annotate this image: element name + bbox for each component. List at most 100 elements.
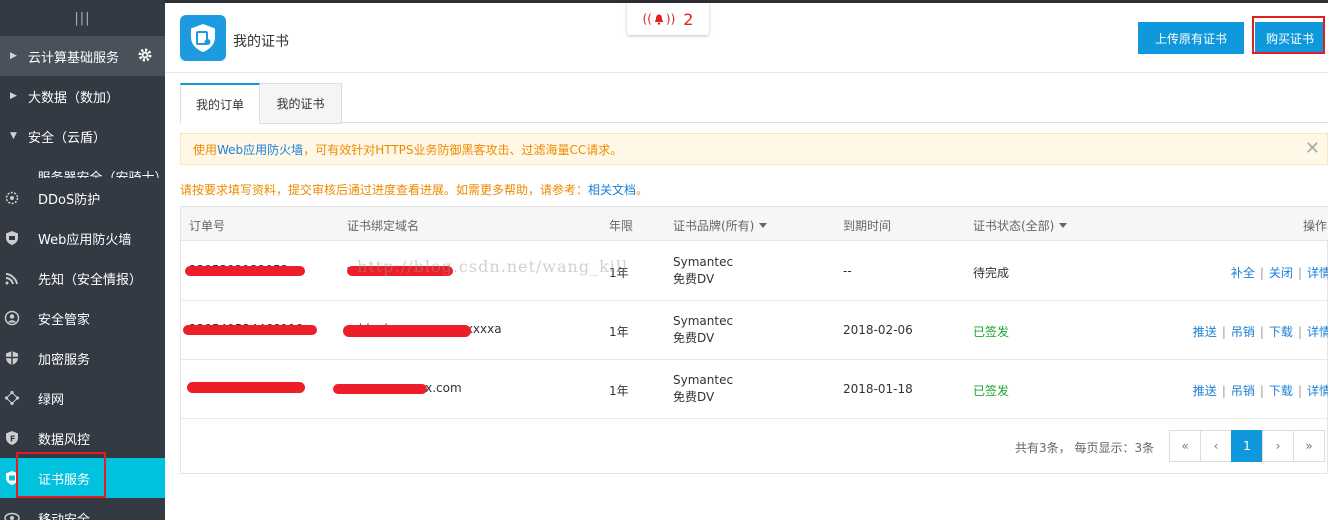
brand-name: Symantec <box>673 314 734 328</box>
row-actions: 补全 | 关闭 | 详情 <box>1231 264 1328 281</box>
push-link[interactable]: 推送 <box>1193 325 1217 339</box>
col-status-label: 证书状态(全部) <box>973 219 1055 233</box>
caret-down-icon <box>1059 223 1068 228</box>
first-page-button[interactable]: « <box>1169 430 1201 462</box>
sidebar-item-label: DDoS防护 <box>38 192 101 208</box>
status-badge: 已签发 <box>973 384 1010 398</box>
table-header: 订单号 证书绑定域名 年限 证书品牌(所有) 到期时间 证书状态(全部) 操作 <box>181 207 1328 241</box>
sidebar-item-waf[interactable]: Web应用防火墙 <box>0 218 165 258</box>
docs-link[interactable]: 相关文档 <box>588 183 636 197</box>
sidebar-item-label: 安全管家 <box>38 312 91 328</box>
brand-cell: Symantec 免费DV <box>673 372 733 406</box>
download-link[interactable]: 下载 <box>1269 384 1293 398</box>
term-cell: 1年 <box>609 325 629 339</box>
download-link[interactable]: 下载 <box>1269 325 1293 339</box>
sidebar-section-label: 云计算基础服务 <box>28 50 120 66</box>
greennet-icon <box>4 390 34 406</box>
tab-my-orders[interactable]: 我的订单 <box>180 83 260 124</box>
revoke-link[interactable]: 吊销 <box>1231 384 1255 398</box>
details-link[interactable]: 详情 <box>1307 325 1328 339</box>
details-link[interactable]: 详情 <box>1307 384 1328 398</box>
col-domain: 证书绑定域名 <box>347 219 420 233</box>
sidebar-section-security[interactable]: ▼ 安全（云盾） <box>0 116 165 156</box>
expiry-cell: 2018-02-06 <box>843 323 913 337</box>
sidebar-item-label: 服务器安全（安骑士） <box>37 167 165 178</box>
redaction-mark <box>185 266 305 276</box>
help-end: 。 <box>636 183 649 197</box>
svg-text:F: F <box>10 435 15 444</box>
sidebar-item-greennet[interactable]: 绿网 <box>0 378 165 418</box>
help-message: 请按要求填写资料，提交审核后通过进度查看进展。如需更多帮助，请参考： <box>180 183 589 197</box>
alert-prefix: 使用 <box>193 142 218 157</box>
col-brand-filter[interactable]: 证书品牌(所有) <box>673 217 768 234</box>
brand-name: Symantec <box>673 373 734 387</box>
caret-down-icon <box>759 223 768 228</box>
redaction-mark <box>183 325 317 335</box>
col-term: 年限 <box>609 219 634 233</box>
page-title: 我的证书 <box>233 34 289 50</box>
last-page-button[interactable]: » <box>1293 430 1325 462</box>
sidebar-section-bigdata[interactable]: ▶ 大数据（数加） <box>0 76 165 116</box>
details-link[interactable]: 详情 <box>1307 266 1328 280</box>
caret-right-icon: ▶ <box>10 91 17 101</box>
steward-icon <box>4 310 34 326</box>
col-status-filter[interactable]: 证书状态(全部) <box>973 217 1068 234</box>
expiry-cell: -- <box>843 264 852 278</box>
waf-link[interactable]: Web应用防火墙 <box>217 141 303 158</box>
brand-cell: Symantec 免费DV <box>673 254 733 288</box>
bell-icon: (()) <box>642 12 676 26</box>
sidebar-item-ddos[interactable]: DDoS防护 <box>0 178 165 218</box>
sidebar-item-label: 加密服务 <box>38 352 91 368</box>
sidebar-section-label: 安全（云盾） <box>28 130 107 146</box>
tab-bar: 我的订单 我的证书 <box>180 83 1328 124</box>
sidebar-item-mobile-security[interactable]: 移动安全 <box>0 498 165 520</box>
main-content: 我的证书 (()) 2 上传原有证书 购买证书 我的订单 我的证书 使用 Web应… <box>165 3 1328 520</box>
expiry-cell: 2018-01-18 <box>843 382 913 396</box>
notification-badge[interactable]: (()) 2 <box>627 3 709 35</box>
table-row: 230549534468119 midealxxxxxxxxxxxxxxxa 1… <box>181 301 1328 360</box>
sidebar-item-intel[interactable]: 先知（安全情报） <box>0 258 165 298</box>
push-link[interactable]: 推送 <box>1193 384 1217 398</box>
tab-my-certificates[interactable]: 我的证书 <box>260 83 342 124</box>
certificate-logo-icon <box>180 15 226 61</box>
waf-icon <box>4 230 34 246</box>
redaction-mark <box>187 382 305 393</box>
sidebar-section-cloud-basic[interactable]: ▶ 云计算基础服务 <box>0 36 165 76</box>
sidebar-toggle[interactable]: ||| <box>0 0 165 36</box>
upload-certificate-button[interactable]: 上传原有证书 <box>1138 22 1244 54</box>
prev-page-button[interactable]: ‹ <box>1200 430 1232 462</box>
redaction-mark <box>333 384 427 394</box>
pagination: « ‹ 1 › » <box>1169 430 1325 462</box>
caret-right-icon: ▶ <box>10 51 17 61</box>
sidebar-item-label: 绿网 <box>38 392 65 408</box>
redaction-mark <box>347 266 453 276</box>
brand-name: Symantec <box>673 255 734 269</box>
brand-type: 免费DV <box>673 272 715 286</box>
status-badge: 已签发 <box>973 325 1010 339</box>
sidebar-item-steward[interactable]: 安全管家 <box>0 298 165 338</box>
close-order-link[interactable]: 关闭 <box>1269 266 1293 280</box>
help-text: 请按要求填写资料，提交审核后通过进度查看进展。如需更多帮助，请参考：相关文档。 <box>180 181 648 198</box>
next-page-button[interactable]: › <box>1262 430 1294 462</box>
server-security-icon <box>4 162 33 178</box>
col-order-no: 订单号 <box>189 219 226 233</box>
page-1-button[interactable]: 1 <box>1231 430 1263 462</box>
page-header: 我的证书 (()) 2 上传原有证书 购买证书 <box>165 3 1328 73</box>
term-cell: 1年 <box>609 266 629 280</box>
row-actions: 推送 | 吊销 | 下载 | 详情 <box>1193 323 1328 340</box>
encrypt-icon <box>4 350 34 366</box>
sidebar-item-label: 移动安全 <box>38 512 91 520</box>
gear-icon[interactable] <box>137 47 153 63</box>
term-cell: 1年 <box>609 384 629 398</box>
table-row: 2304934346986 xxxxxxxxxxxx.com 1年 Symant… <box>181 360 1328 419</box>
sidebar-item-encrypt[interactable]: 加密服务 <box>0 338 165 378</box>
sidebar-item-label: 先知（安全情报） <box>38 272 143 288</box>
close-icon[interactable]: ✕ <box>1305 138 1320 159</box>
brand-type: 免费DV <box>673 331 715 345</box>
complete-link[interactable]: 补全 <box>1231 266 1255 280</box>
revoke-link[interactable]: 吊销 <box>1231 325 1255 339</box>
sidebar-item-label: 数据风控 <box>38 432 91 448</box>
sidebar-item-server-security[interactable]: 服务器安全（安骑士） <box>0 156 165 178</box>
menu-lines-icon[interactable]: ||| <box>74 11 90 26</box>
highlight-box-buy <box>1252 16 1325 54</box>
